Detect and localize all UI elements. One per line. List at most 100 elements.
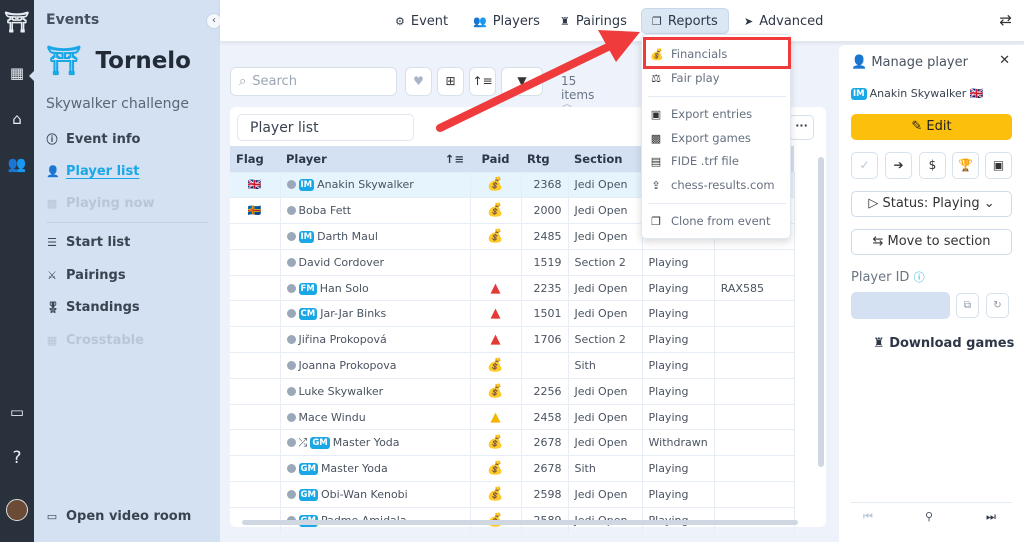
sidebar-item-start-list[interactable]: ☰ Start list: [46, 235, 130, 250]
building-icon[interactable]: ⌂: [0, 110, 34, 128]
refresh-button[interactable]: ↻: [986, 293, 1009, 318]
table-row[interactable]: CM Jar-Jar Binks ▲ 1501 Jedi Open Playing: [230, 300, 795, 327]
payment-button[interactable]: $: [919, 152, 946, 179]
player-cell[interactable]: Luke Skywalker: [280, 377, 471, 405]
paid-cell[interactable]: 💰: [470, 429, 522, 456]
col-player[interactable]: Player ↑≡: [280, 146, 470, 172]
money-bag-icon: 💰: [487, 357, 504, 373]
user-icon: 👤: [46, 165, 60, 178]
table-row[interactable]: David Cordover 1519 Section 2 Playing: [230, 248, 795, 276]
users-icon[interactable]: 👥: [0, 155, 34, 173]
player-name: Anakin Skywalker: [317, 178, 414, 192]
paid-cell[interactable]: 💰: [470, 377, 522, 405]
tab-advanced[interactable]: ➤ Advanced: [734, 8, 833, 34]
section-cell: Jedi Open: [568, 171, 643, 198]
paid-cell[interactable]: 💰: [470, 171, 522, 198]
open-video-room-button[interactable]: ▭ Open video room: [46, 509, 192, 524]
sidebar-item-pairings[interactable]: ⚔ Pairings: [46, 268, 126, 283]
menu-item-fair-play[interactable]: ⚖ Fair play: [650, 71, 719, 85]
tab-players[interactable]: 👥 Players: [463, 8, 550, 34]
table-view-button[interactable]: ⊞: [437, 67, 464, 96]
horizontal-scrollbar[interactable]: [242, 520, 798, 525]
paid-cell[interactable]: 💰: [470, 197, 522, 224]
menu-item-fide-trf[interactable]: ▤ FIDE .trf file: [650, 154, 739, 168]
player-id-input[interactable]: [851, 292, 950, 319]
vertical-scrollbar[interactable]: [818, 157, 824, 467]
trophy-button[interactable]: 🏆: [952, 152, 979, 179]
paid-cell[interactable]: 💰: [470, 481, 522, 508]
status-cell: Playing: [642, 377, 715, 405]
calendar-icon[interactable]: ▦: [0, 64, 35, 82]
menu-item-export-games[interactable]: ▩ Export games: [650, 131, 751, 145]
last-player-icon[interactable]: ⏭: [986, 510, 996, 524]
sidebar-item-standings[interactable]: 🎖 Standings: [46, 300, 140, 315]
sidebar-item-event-info[interactable]: ⓘ Event info: [46, 131, 141, 147]
player-cell[interactable]: Jiřina Prokopová: [280, 326, 471, 353]
paid-cell[interactable]: ▲: [470, 300, 522, 327]
avatar[interactable]: [6, 499, 28, 521]
status-dot-icon: [286, 231, 296, 241]
move-to-section-button[interactable]: ⇆ Move to section: [851, 229, 1012, 255]
help-icon[interactable]: ?: [0, 448, 34, 468]
player-cell[interactable]: GM Master Yoda: [280, 455, 471, 482]
paid-cell[interactable]: 💰: [470, 352, 522, 379]
section-cell: Section 2: [568, 248, 643, 276]
search-input[interactable]: ⌕ Search: [230, 67, 397, 96]
menu-item-export-entries[interactable]: ▣ Export entries: [650, 107, 752, 121]
paid-cell[interactable]: ▲: [470, 274, 522, 301]
favorite-filter-button[interactable]: ♥: [405, 67, 432, 96]
close-icon[interactable]: ✕: [999, 53, 1010, 68]
paid-cell[interactable]: ▲: [470, 403, 522, 430]
list-name-input[interactable]: Player list: [237, 114, 414, 141]
player-cell[interactable]: GM Obi-Wan Kenobi: [280, 481, 471, 508]
paid-cell[interactable]: ▲: [470, 326, 522, 353]
paid-cell[interactable]: [470, 248, 522, 276]
status-dropdown[interactable]: ▷ Status: Playing ⌄: [851, 191, 1012, 217]
table-row[interactable]: Joanna Prokopova 💰 Sith Playing: [230, 352, 795, 379]
window-icon[interactable]: ▭: [0, 403, 34, 421]
paid-cell[interactable]: 💰: [470, 223, 522, 250]
player-cell[interactable]: IM Anakin Skywalker: [280, 171, 471, 198]
copy-button[interactable]: ⧉: [956, 293, 979, 318]
tab-reports[interactable]: ❐ Reports: [641, 8, 729, 34]
col-flag[interactable]: Flag: [230, 146, 280, 172]
player-cell[interactable]: Joanna Prokopova: [280, 352, 471, 379]
first-player-icon[interactable]: ⏮: [863, 510, 873, 524]
player-cell[interactable]: David Cordover: [280, 248, 471, 276]
scales-icon: ⚖: [651, 71, 661, 85]
hierarchy-icon[interactable]: ⚲: [925, 510, 933, 523]
menu-item-chess-results[interactable]: ⇪ chess-results.com: [650, 178, 774, 192]
table-row[interactable]: Luke Skywalker 💰 2256 Jedi Open Playing: [230, 377, 795, 405]
player-cell[interactable]: FM Han Solo: [280, 274, 471, 301]
swap-arrows-icon[interactable]: ⇄: [999, 11, 1012, 29]
table-row[interactable]: FM Han Solo ▲ 2235 Jedi Open Playing RAX585: [230, 274, 795, 301]
tab-event[interactable]: ⚙ Event: [385, 8, 458, 34]
col-rtg[interactable]: Rtg: [521, 146, 568, 172]
col-section[interactable]: Section: [568, 146, 642, 172]
sort-button[interactable]: ↑≡: [469, 67, 496, 96]
menu-item-clone-from-event[interactable]: ❐ Clone from event: [650, 214, 770, 228]
table-row[interactable]: GM Obi-Wan Kenobi 💰 2598 Jedi Open Playing: [230, 481, 795, 508]
table-row[interactable]: Mace Windu ▲ 2458 Jedi Open Playing: [230, 403, 795, 430]
paid-cell[interactable]: 💰: [470, 455, 522, 482]
arrow-right-button[interactable]: ➔: [885, 152, 912, 179]
player-cell[interactable]: CM Jar-Jar Binks: [280, 300, 471, 327]
table-row[interactable]: ⤮ GM Master Yoda 💰 2678 Jedi Open Withdrawn: [230, 429, 795, 456]
player-cell[interactable]: Mace Windu: [280, 403, 471, 430]
sidebar-item-player-list[interactable]: 👤 Player list: [46, 164, 139, 179]
id-cell: [714, 429, 795, 456]
table-row[interactable]: Jiřina Prokopová ▲ 1706 Section 2 Playing: [230, 326, 795, 353]
col-paid[interactable]: Paid: [470, 146, 521, 172]
player-cell[interactable]: ⤮ GM Master Yoda: [280, 429, 471, 456]
table-row[interactable]: GM Master Yoda 💰 2678 Sith Playing: [230, 455, 795, 482]
id-card-button[interactable]: ▣: [985, 152, 1012, 179]
tab-pairings[interactable]: ♜ Pairings: [550, 8, 637, 34]
edit-button[interactable]: ✎ Edit: [851, 114, 1012, 140]
download-games-button[interactable]: ♜ Download games: [873, 336, 1014, 351]
player-cell[interactable]: IM Darth Maul: [280, 223, 471, 250]
tornelo-logo-icon[interactable]: ⛩: [0, 10, 34, 34]
player-cell[interactable]: Boba Fett: [280, 197, 471, 224]
more-options-button[interactable]: ···: [789, 115, 814, 140]
filter-button[interactable]: ▼: [501, 67, 543, 96]
check-in-button[interactable]: ✓: [851, 152, 878, 179]
